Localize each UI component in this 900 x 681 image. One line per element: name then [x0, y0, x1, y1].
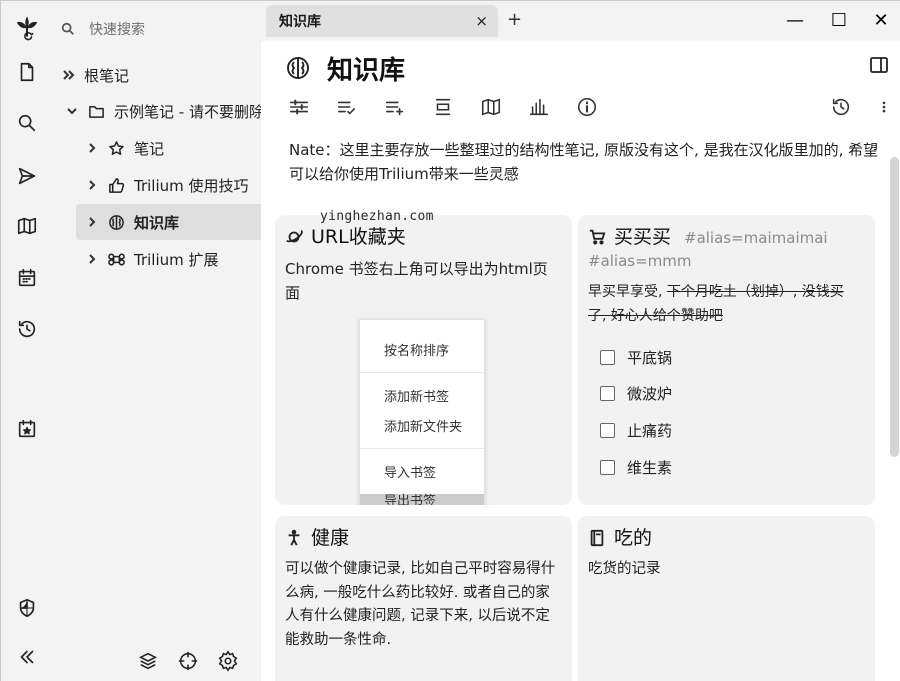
checklist-item[interactable]: 平底锅 — [600, 347, 672, 368]
tab-bar: 知识库 × + — ☐ ✕ — [261, 1, 900, 41]
tree-node-tips[interactable]: Trilium 使用技巧 — [85, 167, 249, 203]
today-calendar-icon[interactable] — [1, 412, 53, 446]
tree-node-knowledge-base[interactable]: 知识库 — [76, 204, 261, 240]
new-tab-button[interactable]: + — [507, 9, 522, 30]
tree-node-notes[interactable]: 笔记 — [85, 130, 164, 166]
card-text: 吃货的记录 — [588, 561, 661, 577]
checklist-item[interactable]: 止痛药 — [600, 420, 672, 441]
card-text-plain: 早买早享受, — [588, 284, 667, 300]
menu-item: 添加新文件夹 — [384, 420, 463, 435]
card-tags: #alias=maimaimai #alias=mmm — [588, 229, 828, 270]
checkbox[interactable] — [600, 423, 615, 438]
menu-item: 添加新书签 — [384, 390, 450, 405]
card-shopping[interactable]: 买买买 #alias=maimaimai #alias=mmm 早买早享受, 下… — [578, 215, 875, 505]
chevron-right-icon[interactable] — [85, 141, 99, 155]
list-add-icon[interactable] — [379, 92, 411, 122]
book-icon — [590, 529, 604, 547]
brain-icon — [109, 214, 124, 230]
note-title-row: 知识库 — [285, 47, 405, 89]
menu-item: 导出书签 — [384, 494, 437, 505]
chevron-right-icon[interactable] — [85, 178, 99, 192]
card-food[interactable]: 吃的 吃货的记录 — [578, 516, 875, 681]
crosshair-icon[interactable] — [177, 650, 199, 672]
quick-search[interactable]: 快速搜索 — [61, 17, 145, 41]
ribbon-right-tools — [825, 92, 891, 122]
card-title[interactable]: URL收藏夹 — [285, 225, 406, 249]
checklist-item[interactable]: 微波炉 — [600, 383, 672, 404]
watermark-text: yinghezhan.com — [320, 209, 434, 224]
trilium-logo-icon[interactable] — [1, 7, 53, 51]
note-tree-panel: 快速搜索 根笔记 示例笔记 - 请不要删除 笔记 Trilium 使用技巧 知识… — [53, 1, 261, 681]
chevron-right-icon[interactable] — [85, 215, 99, 229]
map-icon[interactable] — [1, 209, 53, 243]
checklist-item[interactable]: 维生素 — [600, 457, 672, 478]
bookmark-menu-image: 按名称排序 添加新书签 添加新文件夹 导入书签 导出书签 — [359, 319, 485, 505]
maximize-button[interactable]: ☐ — [829, 11, 849, 31]
card-health[interactable]: 健康 可以做个健康记录, 比如自己平时容易得什么病, 一般吃什么药比较好. 或者… — [275, 516, 572, 681]
menu-divider — [360, 372, 484, 373]
map-icon[interactable] — [475, 92, 507, 122]
collapse-icon[interactable] — [427, 92, 459, 122]
app-window: 快速搜索 根笔记 示例笔记 - 请不要删除 笔记 Trilium 使用技巧 知识… — [0, 0, 900, 681]
menu-item: 导入书签 — [384, 466, 437, 481]
planet-icon — [286, 229, 303, 243]
info-icon[interactable] — [571, 92, 603, 122]
card-title[interactable]: 吃的 — [588, 526, 652, 550]
protected-session-shield-icon[interactable] — [1, 591, 53, 625]
launcher-bar — [1, 1, 53, 681]
card-text: 早买早享受, 下个月吃土（划掉）, 没钱买了, 好心人给个赞助吧 — [588, 281, 858, 328]
brain-icon[interactable] — [285, 55, 311, 81]
checkbox[interactable] — [600, 350, 615, 365]
toggle-right-pane-icon[interactable] — [869, 55, 889, 75]
folder-icon — [89, 105, 104, 118]
tab-knowledge-base[interactable]: 知识库 × — [266, 5, 498, 37]
calendar-icon[interactable] — [1, 261, 53, 295]
tree-node-extensions[interactable]: Trilium 扩展 — [85, 241, 219, 277]
note-history-icon[interactable] — [825, 92, 857, 122]
menu-item: 按名称排序 — [384, 344, 450, 359]
search-icon[interactable] — [1, 106, 53, 140]
thumbs-up-icon — [109, 177, 125, 193]
gear-icon[interactable] — [217, 650, 239, 672]
card-title[interactable]: 健康 — [285, 526, 349, 550]
note-title[interactable]: 知识库 — [327, 50, 405, 87]
ribbon-toolbar — [283, 92, 603, 122]
chevron-right-icon[interactable] — [85, 252, 99, 266]
layers-icon[interactable] — [137, 650, 159, 672]
close-tab-icon[interactable]: × — [475, 12, 488, 30]
menu-divider — [360, 448, 484, 449]
double-chevron-right-icon[interactable] — [61, 68, 75, 82]
new-note-icon[interactable] — [1, 55, 53, 89]
history-icon[interactable] — [1, 312, 53, 346]
note-detail: 知识库 Nate：这里主要存放一些整理过的结构性笔记, 原版没有这个, 是我在汉… — [261, 41, 900, 681]
quick-search-input[interactable]: 快速搜索 — [89, 19, 145, 39]
tree-bottom-toolbar — [137, 650, 239, 672]
command-icon — [108, 253, 125, 265]
more-actions-icon[interactable] — [877, 92, 891, 122]
person-icon — [288, 529, 300, 546]
properties-icon[interactable] — [283, 92, 315, 122]
minimize-button[interactable]: — — [785, 11, 805, 31]
search-icon — [61, 22, 74, 35]
star-icon — [109, 140, 124, 155]
card-url-favorites[interactable]: URL收藏夹 Chrome 书签右上角可以导出为html页面 按名称排序 添加新… — [275, 215, 572, 505]
tree-node-root[interactable]: 根笔记 — [61, 57, 129, 93]
tree-node-examples[interactable]: 示例笔记 - 请不要删除 — [65, 93, 261, 129]
scrollbar[interactable] — [890, 157, 899, 457]
chevron-down-icon[interactable] — [65, 104, 79, 118]
collapse-sidebar-icon[interactable] — [1, 640, 53, 674]
card-text: Chrome 书签右上角可以导出为html页面 — [285, 260, 548, 302]
bar-chart-icon[interactable] — [523, 92, 555, 122]
card-text: 可以做个健康记录, 比如自己平时容易得什么病, 一般吃什么药比较好. 或者自己的… — [285, 561, 556, 648]
checklist-icon[interactable] — [331, 92, 363, 122]
checkbox[interactable] — [600, 386, 615, 401]
close-window-button[interactable]: ✕ — [871, 11, 891, 31]
note-intro-text[interactable]: Nate：这里主要存放一些整理过的结构性笔记, 原版没有这个, 是我在汉化版里加… — [289, 138, 881, 186]
checkbox[interactable] — [600, 460, 615, 475]
send-icon[interactable] — [1, 159, 53, 193]
